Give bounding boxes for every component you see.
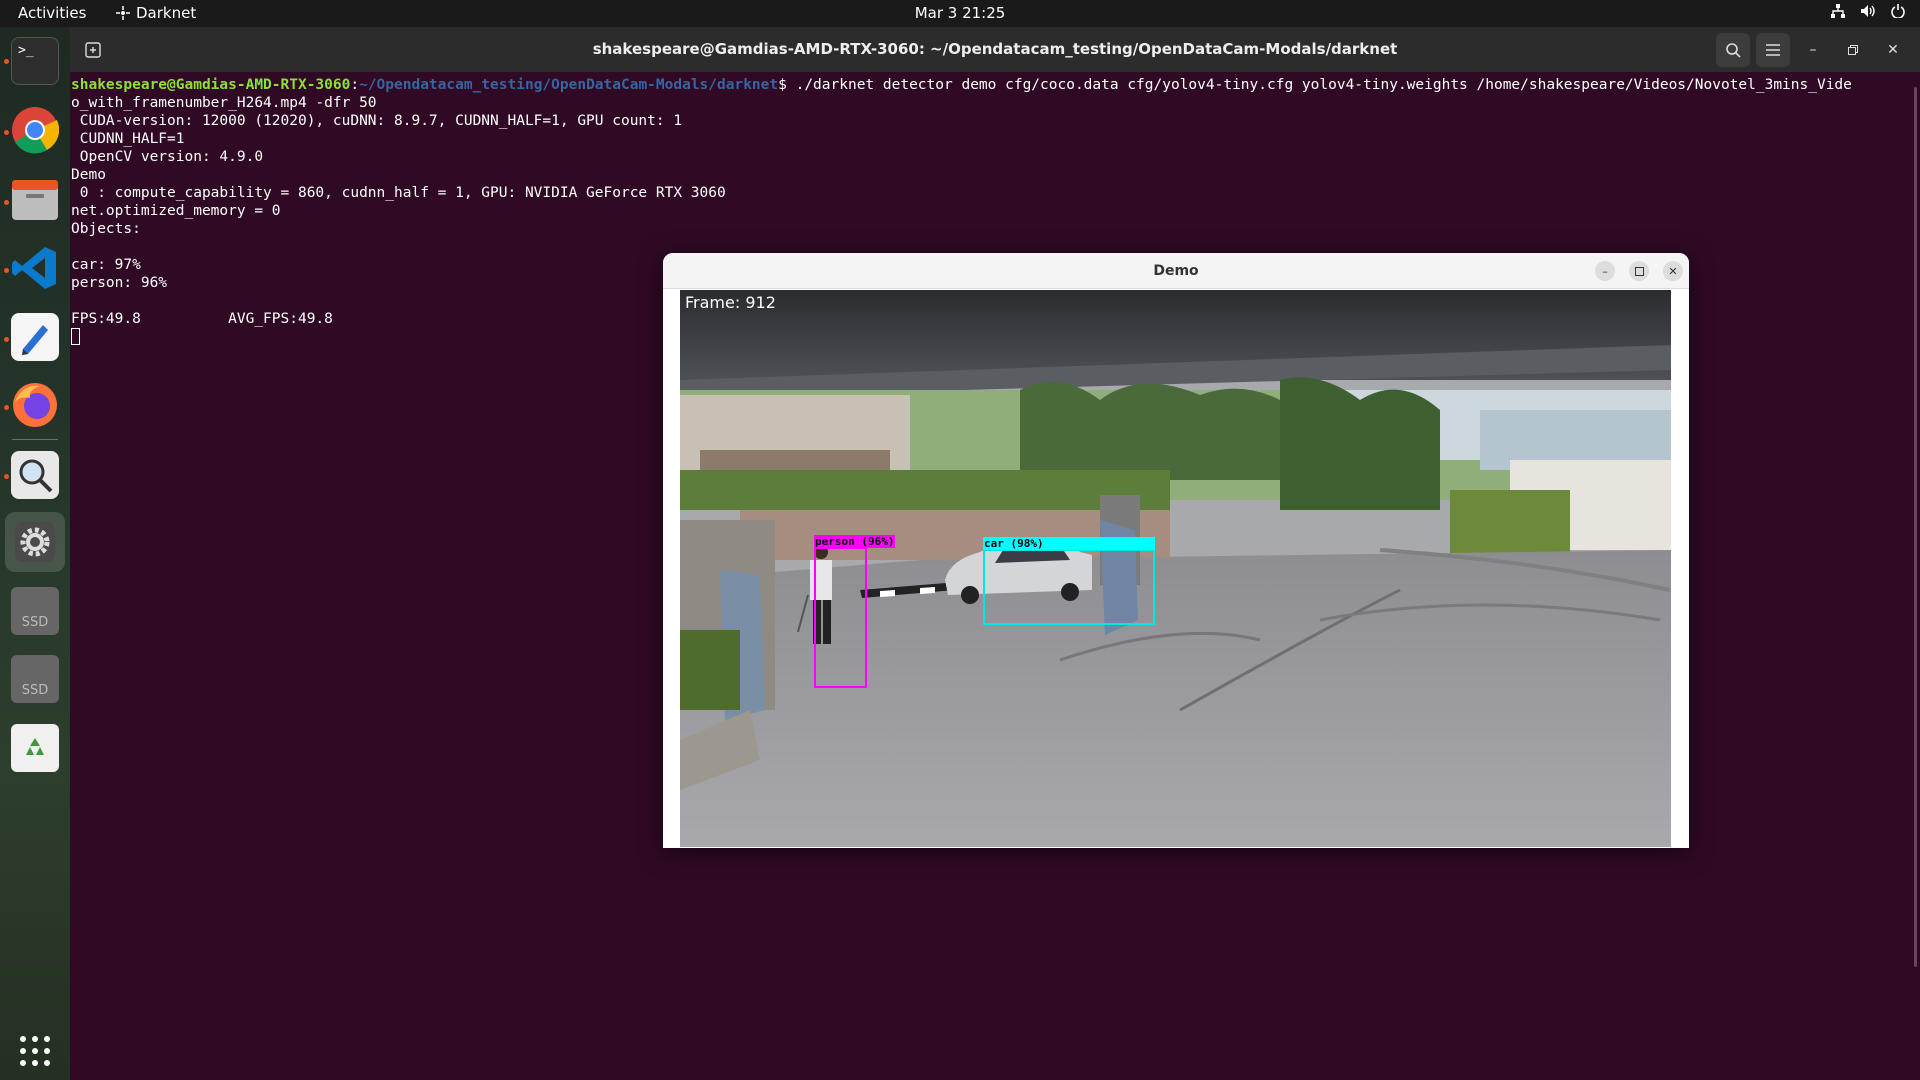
- running-indicator: [4, 59, 9, 64]
- demo-maximize-button[interactable]: [1629, 261, 1649, 281]
- dock-terminal-icon[interactable]: >_: [11, 37, 59, 85]
- prompt-line: shakespeare@Gamdias-AMD-RTX-3060:~/Opend…: [71, 76, 1911, 94]
- output-line: 0 : compute_capability = 860, cudnn_half…: [71, 185, 726, 201]
- running-indicator: [4, 130, 9, 135]
- dock-firefox-icon[interactable]: [11, 381, 59, 429]
- dock-ssd-drive-icon[interactable]: SSD: [11, 587, 59, 635]
- terminal-search-button[interactable]: [1716, 33, 1750, 67]
- darknet-app-icon: [116, 6, 130, 20]
- close-icon: ✕: [1668, 264, 1678, 278]
- top-bar: Activities Darknet Mar 3 21:25: [0, 0, 1920, 27]
- running-indicator: [4, 200, 9, 205]
- terminal-titlebar[interactable]: shakespeare@Gamdias-AMD-RTX-3060: ~/Open…: [70, 27, 1920, 72]
- command-continuation: o_with_framenumber_H264.mp4 -dfr 50: [71, 95, 377, 111]
- demo-close-button[interactable]: ✕: [1663, 261, 1683, 281]
- network-icon[interactable]: [1830, 4, 1846, 20]
- close-button[interactable]: ✕: [1876, 33, 1910, 67]
- search-icon: [1726, 43, 1741, 58]
- output-line: Objects:: [71, 221, 141, 237]
- demo-title: Demo: [1153, 263, 1199, 279]
- demo-titlebar[interactable]: Demo – ✕: [663, 253, 1689, 289]
- power-icon[interactable]: [1890, 4, 1906, 20]
- dock-ssd-drive-icon[interactable]: SSD: [11, 655, 59, 703]
- maximize-icon: [1634, 266, 1644, 276]
- dock-chrome-icon[interactable]: [11, 106, 59, 154]
- person-detection-label: person (96%): [814, 535, 896, 548]
- running-indicator: [4, 268, 9, 273]
- new-tab-button[interactable]: [76, 33, 110, 67]
- prompt-separator: :: [350, 77, 360, 93]
- app-menu[interactable]: Darknet: [116, 4, 196, 22]
- output-line: CUDA-version: 12000 (12020), cuDNN: 8.9.…: [71, 113, 683, 129]
- maximize-button[interactable]: [1836, 33, 1870, 67]
- minimize-icon: –: [1809, 42, 1817, 58]
- output-line: net.optimized_memory = 0: [71, 203, 281, 219]
- dock-text-editor-icon[interactable]: [11, 313, 59, 361]
- system-tray[interactable]: [1830, 4, 1906, 20]
- running-indicator: [4, 474, 9, 479]
- activities-button[interactable]: Activities: [18, 4, 86, 22]
- prompt-user: shakespeare@Gamdias-AMD-RTX-3060: [71, 77, 351, 93]
- clock[interactable]: Mar 3 21:25: [915, 4, 1006, 22]
- dock: >_ SSD SSD: [0, 27, 70, 1080]
- restore-icon: [1848, 45, 1858, 55]
- demo-window[interactable]: Demo – ✕ Frame: 912 person (96%) car (98…: [663, 253, 1689, 848]
- ssd-label: SSD: [21, 682, 49, 698]
- app-name-label: Darknet: [136, 4, 197, 22]
- prompt-path: ~/Opendatacam_testing/OpenDataCam-Modals…: [359, 77, 779, 93]
- prompt-symbol: $: [778, 77, 796, 93]
- new-tab-icon: [85, 42, 101, 58]
- terminal-cursor: [71, 328, 80, 345]
- running-indicator: [4, 405, 9, 410]
- person-detection-box: person (96%): [814, 535, 896, 688]
- minimize-button[interactable]: –: [1796, 33, 1830, 67]
- terminal-title: shakespeare@Gamdias-AMD-RTX-3060: ~/Open…: [592, 40, 1398, 58]
- dock-vscode-icon[interactable]: [11, 244, 59, 292]
- terminal-menu-button[interactable]: [1756, 33, 1790, 67]
- dock-files-icon[interactable]: [11, 176, 59, 224]
- dock-search-icon[interactable]: [11, 451, 59, 499]
- command-text: ./darknet detector demo cfg/coco.data cf…: [795, 77, 1852, 93]
- hamburger-icon: [1766, 44, 1780, 56]
- app-grid-icon[interactable]: [11, 1027, 59, 1075]
- car-detection-box: car (98%): [983, 537, 1155, 625]
- running-indicator: [4, 337, 9, 342]
- demo-minimize-button[interactable]: –: [1595, 261, 1615, 281]
- output-line: Demo: [71, 167, 106, 183]
- output-line: CUDNN_HALF=1: [71, 131, 185, 147]
- output-line: OpenCV version: 4.9.0: [71, 149, 264, 165]
- car-detection-label: car (98%): [983, 537, 1155, 550]
- close-icon: ✕: [1887, 42, 1899, 58]
- ssd-label: SSD: [21, 614, 49, 630]
- dock-settings-icon[interactable]: [5, 512, 65, 572]
- volume-icon[interactable]: [1860, 4, 1876, 20]
- frame-counter: Frame: 912: [685, 293, 776, 312]
- terminal-scrollbar[interactable]: [1914, 87, 1917, 967]
- dock-separator: [12, 439, 58, 440]
- dock-trash-icon[interactable]: [11, 724, 59, 772]
- video-frame: Frame: 912 person (96%) car (98%): [680, 290, 1671, 847]
- minimize-icon: –: [1602, 264, 1608, 278]
